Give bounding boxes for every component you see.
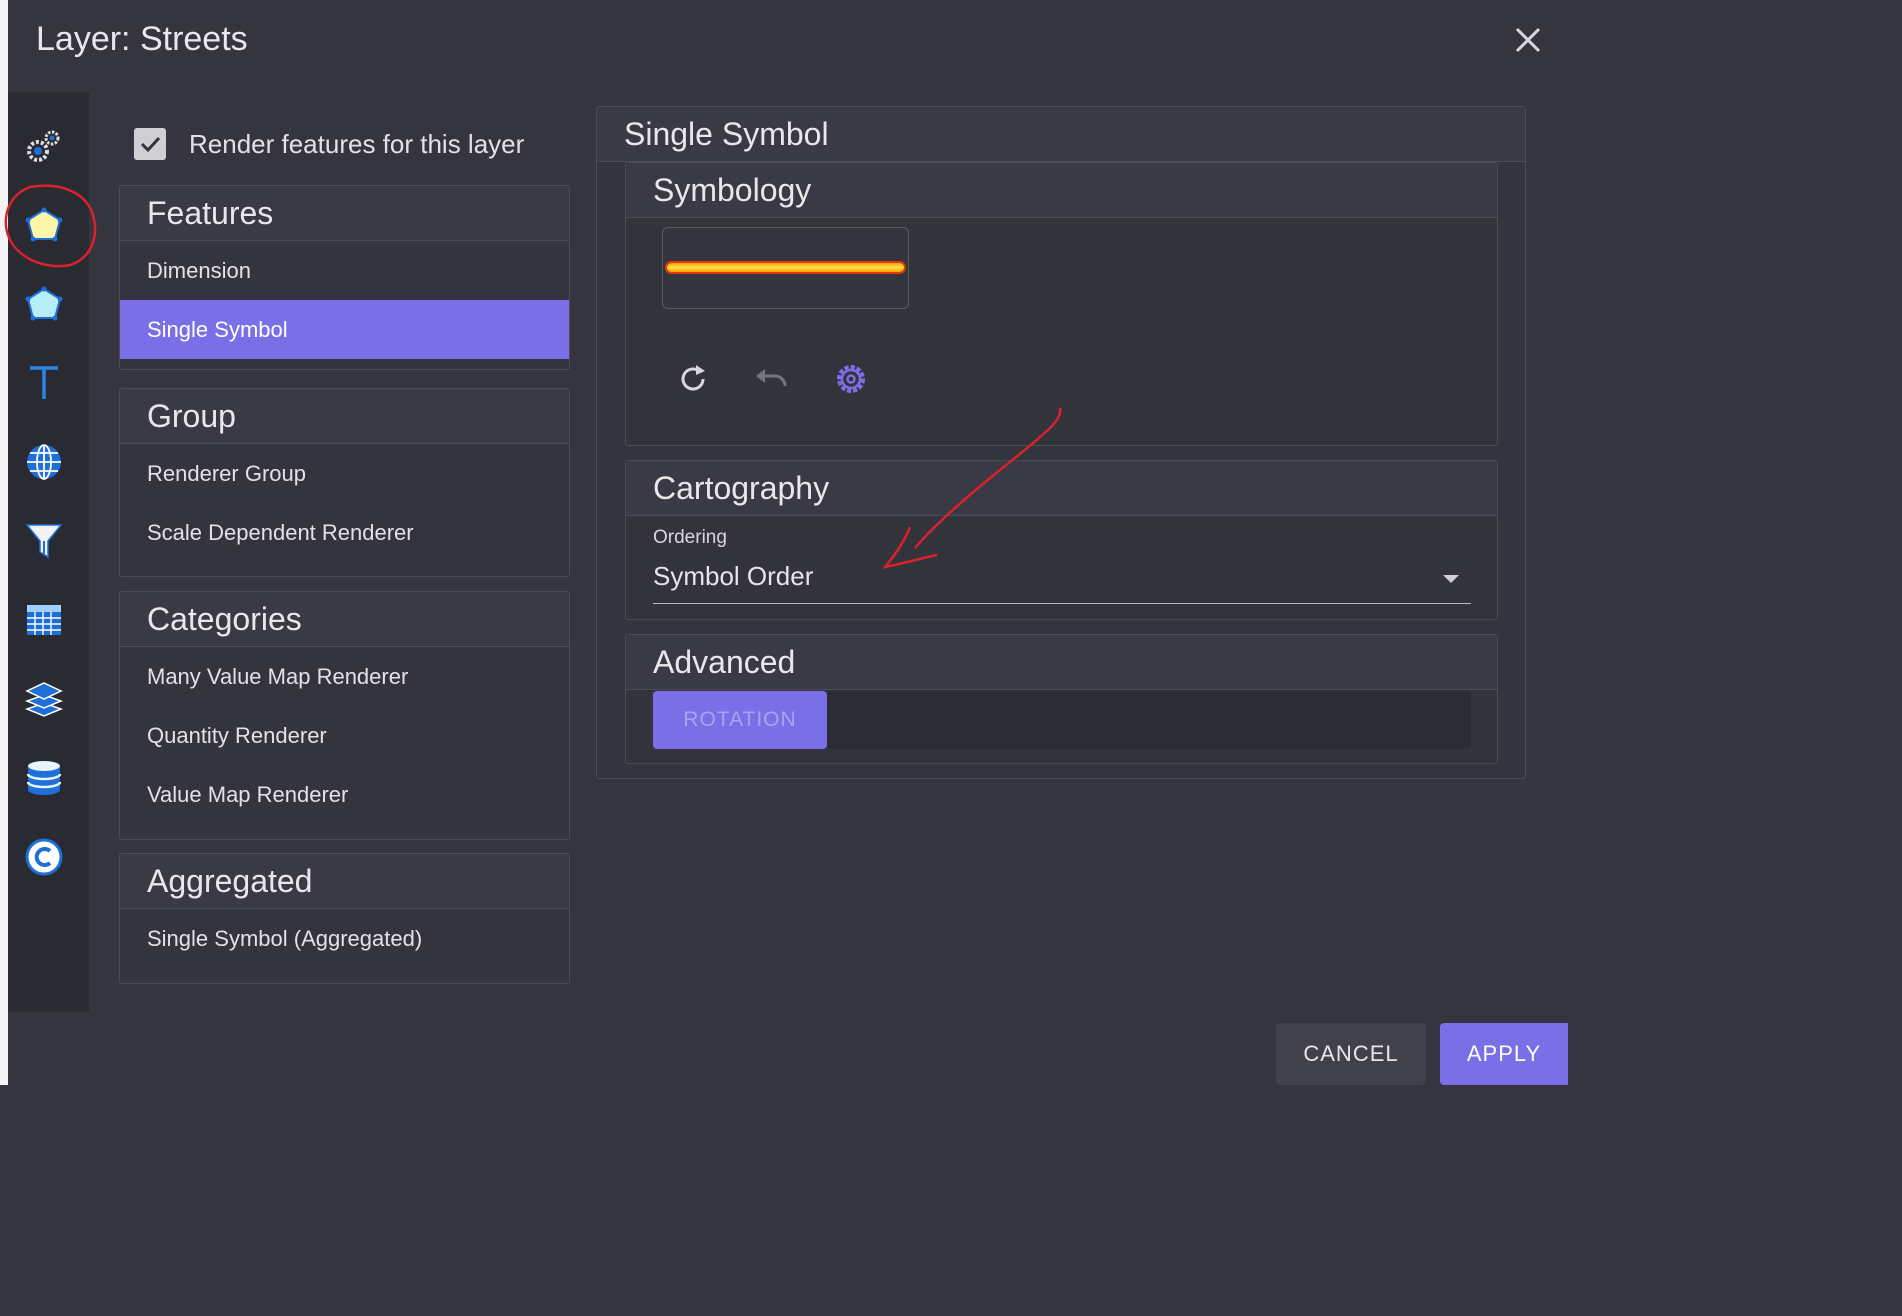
line-symbol-swatch	[667, 263, 904, 272]
text-t-icon[interactable]	[24, 363, 64, 403]
ordering-select[interactable]: Symbol Order	[653, 557, 1471, 604]
advanced-header: Advanced	[626, 635, 1497, 690]
single-symbol-panel: Single Symbol Symbology Cartography Orde…	[596, 106, 1526, 779]
globe-icon[interactable]	[24, 442, 64, 482]
renderer-option-value-map[interactable]: Value Map Renderer	[120, 765, 569, 824]
renderer-option-single-symbol[interactable]: Single Symbol	[120, 300, 569, 359]
layer-settings-sidebar	[8, 92, 89, 1012]
renderer-group-aggregated: Aggregated Single Symbol (Aggregated)	[119, 853, 570, 984]
cartography-header: Cartography	[626, 461, 1497, 516]
advanced-section: Advanced ROTATION	[625, 634, 1498, 764]
funnel-icon[interactable]	[24, 521, 64, 561]
settings-gear-icon[interactable]	[831, 359, 871, 399]
render-features-label: Render features for this layer	[189, 128, 525, 159]
renderer-group-features: Features Dimension Single Symbol	[119, 185, 570, 370]
group-header: Features	[120, 186, 569, 241]
panel-title: Single Symbol	[597, 107, 1525, 162]
polygon-cyan-icon[interactable]	[24, 284, 64, 324]
apply-button[interactable]: APPLY	[1440, 1023, 1568, 1085]
refresh-icon[interactable]	[673, 359, 713, 399]
symbology-section: Symbology	[625, 162, 1498, 446]
dialog-title: Layer: Streets	[36, 20, 248, 58]
render-features-row: Render features for this layer	[134, 128, 524, 160]
cartography-section: Cartography Ordering Symbol Order	[625, 460, 1498, 620]
cancel-button[interactable]: CANCEL	[1276, 1023, 1426, 1085]
ordering-value: Symbol Order	[653, 561, 814, 591]
renderer-option-renderer-group[interactable]: Renderer Group	[120, 444, 569, 503]
undo-icon[interactable]	[752, 359, 792, 399]
copyright-icon[interactable]	[24, 837, 64, 877]
layers-icon[interactable]	[24, 679, 64, 719]
renderer-group-group: Group Renderer Group Scale Dependent Ren…	[119, 388, 570, 577]
polygon-yellow-icon[interactable]	[24, 205, 64, 245]
group-header: Group	[120, 389, 569, 444]
gears-icon[interactable]	[24, 126, 64, 166]
symbology-header: Symbology	[626, 163, 1497, 218]
database-icon[interactable]	[24, 758, 64, 798]
group-header: Aggregated	[120, 854, 569, 909]
renderer-option-scale-dependent[interactable]: Scale Dependent Renderer	[120, 503, 569, 562]
dialog-titlebar: Layer: Streets	[8, 0, 1568, 80]
rotation-tab-button[interactable]: ROTATION	[653, 691, 827, 749]
renderer-group-categories: Categories Many Value Map Renderer Quant…	[119, 591, 570, 840]
checkmark-icon	[140, 136, 161, 153]
close-icon[interactable]	[1508, 20, 1548, 60]
group-header: Categories	[120, 592, 569, 647]
table-icon[interactable]	[24, 600, 64, 640]
dropdown-arrow-icon	[1443, 575, 1459, 583]
ordering-label: Ordering	[653, 527, 727, 548]
renderer-option-quantity[interactable]: Quantity Renderer	[120, 706, 569, 765]
symbol-preview[interactable]	[662, 227, 909, 309]
render-features-checkbox[interactable]	[134, 128, 166, 160]
renderer-option-single-symbol-aggregated[interactable]: Single Symbol (Aggregated)	[120, 909, 569, 968]
renderer-option-many-value-map[interactable]: Many Value Map Renderer	[120, 647, 569, 706]
renderer-option-dimension[interactable]: Dimension	[120, 241, 569, 300]
window-edge	[0, 0, 8, 1085]
